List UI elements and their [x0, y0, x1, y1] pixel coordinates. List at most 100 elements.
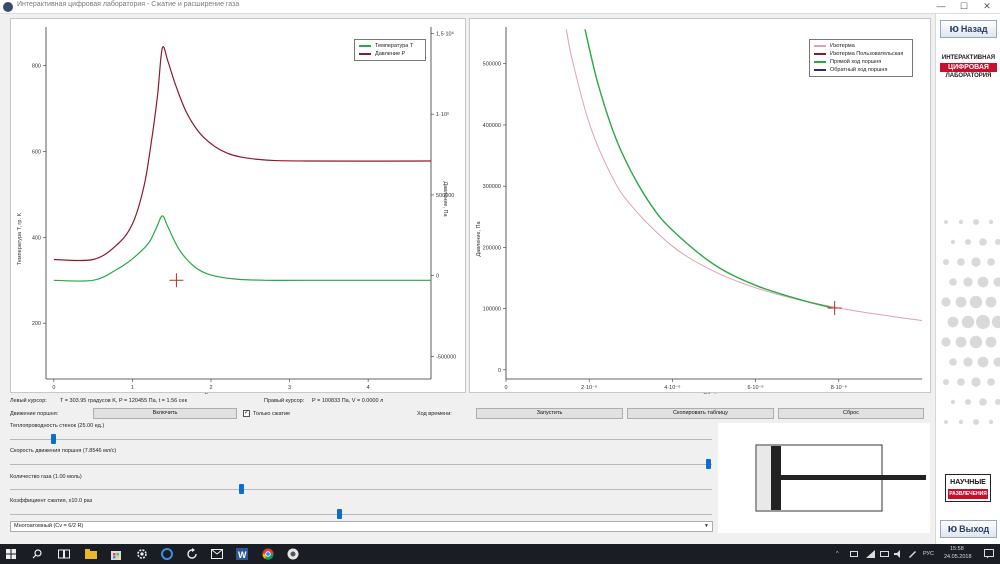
only-compression-checkbox[interactable]: ✓	[243, 410, 250, 417]
network-icon[interactable]	[866, 550, 875, 558]
keyboard-icon[interactable]	[880, 550, 889, 558]
slider-track-speed[interactable]	[10, 464, 712, 465]
only-compression-label: Только сжатие	[253, 411, 291, 417]
notifications-icon[interactable]	[984, 549, 994, 559]
legend-item-user-isotherm: Изотерма Пользовательская	[814, 50, 908, 58]
y-tick-label: 400	[32, 235, 41, 241]
pattern-dot	[963, 277, 973, 287]
back-button[interactable]: ю Назад	[940, 20, 997, 38]
maximize-button[interactable]: ☐	[953, 0, 975, 14]
legend-item-backward: Обратный ход поршня	[814, 66, 908, 74]
slider-track-amount[interactable]	[10, 489, 712, 490]
file-explorer-icon[interactable]	[85, 549, 97, 559]
enable-button[interactable]: Включить	[93, 408, 237, 419]
logo-line-2: ЦИФРОВАЯ	[940, 63, 997, 72]
pattern-dot	[973, 419, 979, 425]
volume-icon[interactable]	[894, 550, 903, 558]
chevron-down-icon: ▼	[704, 523, 709, 529]
clock-time[interactable]: 15:58	[950, 546, 964, 552]
x-tick-label: 0	[52, 385, 55, 391]
y2-tick-label: 0	[436, 274, 439, 280]
ink-icon[interactable]	[908, 550, 917, 558]
legend-item-isotherm: Изотерма	[814, 42, 908, 50]
language-indicator[interactable]: РУС	[923, 551, 934, 557]
tray-up-arrow[interactable]: ^	[836, 551, 839, 557]
pattern-dot	[995, 239, 1000, 245]
pattern-dot	[950, 239, 956, 245]
piston-view	[718, 423, 930, 533]
pressure-series-line	[53, 46, 432, 262]
y2-axis-label: Давление, Па	[442, 181, 448, 217]
y-tick-label: 100000	[483, 307, 501, 313]
search-icon[interactable]	[32, 549, 42, 559]
left-cursor-value: T = 303.95 градусов K, P = 120455 Па, t …	[60, 398, 187, 404]
legend-label-temperature: Температура T	[375, 43, 414, 49]
gas-chamber	[757, 446, 771, 510]
lab-app-taskbar-icon[interactable]	[287, 548, 299, 560]
pattern-dot	[941, 297, 951, 307]
y-axis-label: Температура T, гр. K	[17, 212, 23, 265]
pattern-dot	[991, 315, 1000, 329]
legend-item-forward: Прямой ход поршня	[814, 58, 908, 66]
y-tick-label: 200000	[483, 245, 501, 251]
refresh-icon[interactable]	[186, 548, 198, 560]
mail-icon[interactable]	[211, 549, 223, 559]
time-label: Ход времени:	[417, 411, 452, 417]
y-tick-label: 0	[498, 368, 501, 374]
pattern-dot	[973, 219, 979, 225]
pattern-dot	[985, 296, 997, 308]
edge-browser-icon[interactable]	[161, 548, 173, 560]
legend-swatch-isotherm	[814, 45, 826, 47]
svg-text:W: W	[238, 550, 247, 560]
legend-label-forward: Прямой ход поршня	[830, 59, 882, 65]
minimize-button[interactable]: —	[930, 0, 952, 14]
right-cursor-label: Правый курсор:	[264, 398, 305, 404]
slider-thumb-thermal[interactable]	[51, 434, 57, 444]
settings-gear-icon[interactable]	[136, 548, 148, 560]
pattern-dot	[944, 420, 948, 424]
logo-line-1: ИНТЕРАКТИВНАЯ	[941, 55, 996, 61]
store-icon[interactable]	[110, 548, 122, 560]
pattern-dot	[993, 277, 1000, 287]
pattern-dot	[977, 356, 989, 368]
pattern-dot	[987, 378, 995, 386]
y-axis-label: Давление, Па	[476, 221, 482, 257]
y-tick-label: 800	[32, 64, 41, 70]
pattern-dot	[961, 315, 975, 329]
pattern-dot	[957, 258, 965, 266]
task-view-icon[interactable]	[58, 549, 70, 559]
pattern-dot	[995, 399, 1000, 405]
clock-date[interactable]: 24.05.2018	[944, 554, 972, 560]
exit-button[interactable]: ю Выход	[940, 520, 997, 538]
pattern-dot	[943, 259, 949, 265]
pattern-dot	[949, 278, 957, 286]
chrome-icon[interactable]	[262, 548, 274, 560]
pattern-dot	[957, 378, 965, 386]
brand-logo: НАУЧНЫЕ РАЗВЛЕЧЕНИЯ	[945, 474, 991, 502]
word-icon[interactable]: W	[236, 548, 248, 560]
right-cursor-value: P = 100833 Па, V = 0.0000 л	[312, 398, 384, 404]
legend-label-backward: Обратный ход поршня	[830, 67, 888, 73]
x-axis-label: Объём, л	[703, 393, 727, 394]
temperature-series-line	[53, 215, 431, 282]
legend-swatch-temperature	[359, 45, 371, 47]
pattern-dot	[969, 295, 983, 309]
reset-button[interactable]: Сброс	[778, 408, 924, 419]
exit-button-label: Выход	[959, 524, 990, 534]
slider-thumb-speed[interactable]	[705, 459, 711, 469]
slider-track-thermal[interactable]	[10, 439, 712, 440]
close-button[interactable]: ✕	[976, 0, 998, 14]
process-select[interactable]: Многоатомный (Cv = 6/2 R) ▼	[10, 521, 713, 532]
battery-icon[interactable]	[850, 550, 859, 558]
legend-item-temperature: Температура T	[359, 42, 421, 50]
start-button[interactable]: Запустить	[476, 408, 623, 419]
slider-thumb-ratio[interactable]	[336, 509, 342, 519]
slider-thumb-amount[interactable]	[239, 484, 245, 494]
pattern-dot	[977, 276, 989, 288]
windows-start-icon[interactable]	[6, 549, 16, 559]
slider-track-ratio[interactable]	[10, 514, 712, 515]
pattern-dot	[987, 258, 995, 266]
slider-label-thermal: Теплопроводность стенок (25.00 ед.)	[10, 423, 105, 429]
pattern-dot	[979, 238, 987, 246]
copy-table-button[interactable]: Скопировать таблицу	[627, 408, 774, 419]
